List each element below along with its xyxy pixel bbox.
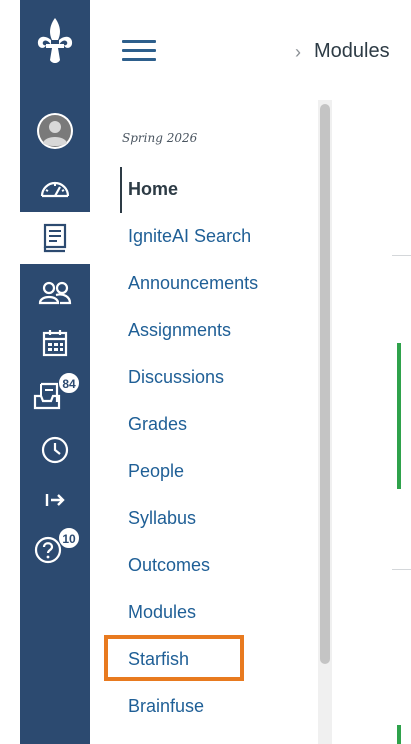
hamburger-icon [122,40,156,43]
course-navigation: Spring 2026 Home IgniteAI Search Announc… [90,95,320,744]
lms-app: 84 10 › Modules Spring 2026 Home IgniteA… [0,0,411,744]
course-nav-outcomes[interactable]: Outcomes [128,555,210,576]
course-nav-assignments[interactable]: Assignments [128,320,231,341]
course-nav-brainfuse[interactable]: Brainfuse [128,696,204,717]
dashboard-link[interactable] [20,170,90,206]
course-menu-toggle[interactable] [122,40,156,62]
calendar-link[interactable] [20,322,90,364]
course-nav-people[interactable]: People [128,461,184,482]
groups-icon [38,281,72,305]
left-gutter [0,0,20,744]
course-nav-announcements[interactable]: Announcements [128,273,258,294]
institution-logo[interactable] [20,14,90,74]
breadcrumb-current: Modules [314,40,390,62]
breadcrumb-separator-icon: › [295,42,301,62]
logout-arrow-icon [45,494,65,506]
course-nav-grades[interactable]: Grades [128,414,187,435]
history-link[interactable] [20,430,90,470]
help-notification-badge: 10 [58,527,80,549]
global-nav-rail: 84 10 [20,0,90,744]
course-nav-discussions[interactable]: Discussions [128,367,224,388]
course-nav-modules[interactable]: Modules [128,602,196,623]
history-clock-icon [41,436,69,464]
account-avatar[interactable] [20,108,90,154]
published-status-bar [397,725,401,744]
logout-link[interactable] [20,486,90,514]
courses-book-icon [43,223,67,253]
course-nav-scrollbar-thumb[interactable] [320,104,330,664]
groups-link[interactable] [20,275,90,311]
course-term: Spring 2026 [122,131,198,145]
dashboard-gauge-icon [40,181,70,198]
content-divider [392,569,411,570]
starfish-highlight-box [104,635,244,681]
page-header: › Modules [90,0,411,95]
main-content [333,95,411,744]
calendar-icon [42,330,68,357]
inbox-unread-badge: 84 [58,372,80,394]
course-nav-ignite-search[interactable]: IgniteAI Search [128,226,251,247]
course-nav-home[interactable]: Home [128,179,178,200]
published-status-bar [397,343,401,489]
fleur-de-lis-icon [37,18,73,63]
courses-link[interactable] [20,216,90,260]
user-avatar-icon [37,113,73,149]
course-nav-syllabus[interactable]: Syllabus [128,508,196,529]
active-link-indicator [120,167,122,213]
content-divider [392,255,411,256]
